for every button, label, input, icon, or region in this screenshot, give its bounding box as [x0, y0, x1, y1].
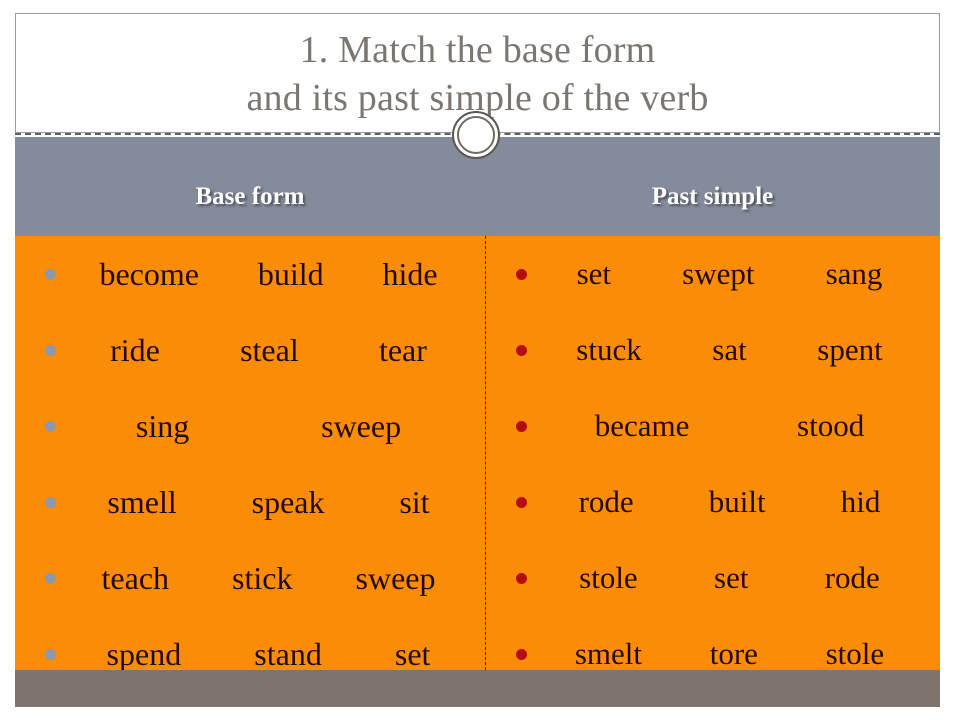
verb-word[interactable]: stand — [254, 636, 322, 671]
verb-row[interactable]: smell speak sit — [15, 464, 485, 540]
verb-word[interactable]: set — [714, 560, 748, 596]
verb-row[interactable]: stuck sat spent — [486, 312, 940, 388]
verb-row-words: sing sweep — [70, 408, 485, 445]
verb-word[interactable]: stole — [579, 560, 638, 596]
page-title: 1. Match the base form and its past simp… — [16, 26, 939, 122]
verb-word[interactable]: tore — [710, 636, 758, 670]
verb-row[interactable]: smelt tore stole — [486, 616, 940, 670]
verb-word[interactable]: sang — [826, 256, 883, 292]
verb-word[interactable]: spent — [817, 332, 882, 368]
verb-row[interactable]: stole set rode — [486, 540, 940, 616]
verb-word[interactable]: spend — [107, 636, 182, 671]
base-form-column: become build hide ride steal tear sing sweep sme… — [15, 236, 485, 670]
red-dot-bullet — [516, 648, 527, 660]
verb-row[interactable]: teach stick sweep — [15, 540, 485, 616]
verb-word[interactable]: sat — [712, 332, 746, 368]
red-dot-bullet — [516, 344, 527, 356]
gray-dot-bullet — [45, 268, 56, 280]
red-dot-bullet — [516, 496, 527, 508]
red-dot-bullet — [516, 572, 527, 584]
verb-row-words: became stood — [541, 408, 940, 444]
verb-table-panel: become build hide ride steal tear sing sweep sme… — [15, 236, 940, 670]
red-dot-bullet — [516, 268, 527, 280]
verb-word[interactable]: hid — [841, 484, 881, 520]
verb-row-words: teach stick sweep — [70, 560, 485, 597]
verb-word[interactable]: set — [395, 636, 431, 671]
verb-word[interactable]: stole — [826, 636, 885, 670]
verb-row-words: smelt tore stole — [541, 636, 940, 670]
verb-word[interactable]: steal — [240, 332, 299, 369]
slide: 1. Match the base form and its past simp… — [0, 0, 960, 720]
decorative-circle-icon — [452, 111, 500, 159]
gray-dot-bullet — [45, 496, 56, 508]
verb-word[interactable]: set — [577, 256, 611, 292]
verb-word[interactable]: built — [709, 484, 766, 520]
verb-word[interactable]: speak — [252, 484, 325, 521]
verb-word[interactable]: sweep — [321, 408, 401, 445]
verb-word[interactable]: rode — [825, 560, 880, 596]
verb-row[interactable]: spend stand set — [15, 616, 485, 670]
verb-word[interactable]: sit — [399, 484, 429, 521]
verb-word[interactable]: smell — [107, 484, 176, 521]
verb-row-words: stole set rode — [541, 560, 940, 596]
verb-word[interactable]: stuck — [576, 332, 641, 368]
verb-word[interactable]: become — [99, 256, 199, 293]
verb-row[interactable]: rode built hid — [486, 464, 940, 540]
verb-word[interactable]: sing — [136, 408, 189, 445]
verb-word[interactable]: rode — [579, 484, 634, 520]
verb-row-words: ride steal tear — [70, 332, 485, 369]
verb-row[interactable]: set swept sang — [486, 236, 940, 312]
verb-word[interactable]: sweep — [356, 560, 436, 597]
verb-row-words: spend stand set — [70, 636, 485, 671]
gray-dot-bullet — [45, 420, 56, 432]
verb-word[interactable]: became — [595, 408, 690, 444]
verb-word[interactable]: build — [258, 256, 324, 293]
verb-row[interactable]: became stood — [486, 388, 940, 464]
verb-word[interactable]: ride — [110, 332, 160, 369]
verb-row[interactable]: become build hide — [15, 236, 485, 312]
verb-row-words: become build hide — [70, 256, 485, 293]
title-line-1: 1. Match the base form — [299, 29, 656, 71]
column-header-past-simple: Past simple — [651, 183, 774, 210]
verb-word[interactable]: stick — [232, 560, 292, 597]
past-simple-column: set swept sang stuck sat spent became stood rode… — [486, 236, 940, 670]
verb-word[interactable]: stood — [797, 408, 864, 444]
verb-word[interactable]: swept — [682, 256, 754, 292]
red-dot-bullet — [516, 420, 527, 432]
verb-word[interactable]: hide — [382, 256, 437, 293]
verb-row-words: stuck sat spent — [541, 332, 940, 368]
gray-dot-bullet — [45, 648, 56, 660]
verb-row[interactable]: ride steal tear — [15, 312, 485, 388]
footer-band — [15, 670, 940, 707]
verb-word[interactable]: smelt — [575, 636, 642, 670]
verb-row-words: smell speak sit — [70, 484, 485, 521]
verb-row-words: rode built hid — [541, 484, 940, 520]
verb-row-words: set swept sang — [541, 256, 940, 292]
verb-row[interactable]: sing sweep — [15, 388, 485, 464]
verb-word[interactable]: tear — [379, 332, 427, 369]
gray-dot-bullet — [45, 344, 56, 356]
column-header-base-form: Base form — [195, 183, 305, 210]
gray-dot-bullet — [45, 572, 56, 584]
verb-word[interactable]: teach — [102, 560, 170, 597]
